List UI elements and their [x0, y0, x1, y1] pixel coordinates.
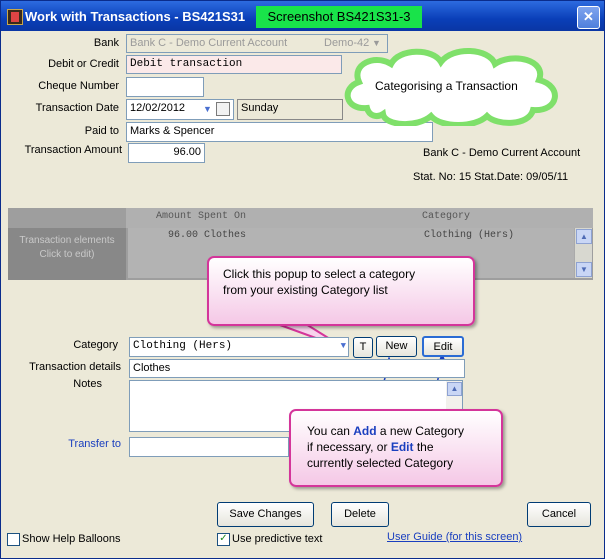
predictive-text-label: Use predictive text — [232, 533, 323, 545]
paid-to-label: Paid to — [84, 125, 119, 137]
calendar-icon[interactable] — [216, 102, 230, 116]
scroll-up-icon[interactable]: ▲ — [447, 382, 462, 396]
debit-credit-label: Debit or Credit — [48, 58, 119, 70]
row-category: Clothing (Hers) — [424, 230, 515, 241]
scroll-down-icon[interactable]: ▼ — [576, 262, 592, 277]
edit-category-button[interactable]: Edit — [422, 336, 464, 357]
screenshot-badge: Screenshot BS421S31-3 — [256, 6, 422, 28]
cheque-label: Cheque Number — [38, 80, 119, 92]
close-button[interactable]: ✕ — [577, 6, 600, 29]
user-guide-link[interactable]: User Guide (for this screen) — [387, 531, 522, 543]
row-amount: 96.00 Clothes — [168, 230, 247, 241]
bank-value: Bank C - Demo Current Account — [130, 37, 288, 49]
window-title: Work with Transactions - BS421S31 — [25, 9, 246, 24]
amount-column-header: Amount Spent On — [156, 211, 247, 222]
day-field: Sunday — [237, 99, 343, 120]
chevron-down-icon[interactable]: ▼ — [341, 341, 346, 351]
category-value: Clothing (Hers) — [133, 340, 233, 352]
callout-add-word: Add — [353, 424, 377, 438]
amount-field[interactable]: 96.00 — [128, 143, 205, 163]
callout-text-1a: You can — [307, 424, 354, 438]
details-label: Transaction details — [29, 361, 121, 373]
transfer-label: Transfer to — [68, 438, 121, 450]
grid-header: Amount Spent On Category — [126, 208, 593, 228]
show-help-label: Show Help Balloons — [22, 533, 121, 545]
show-help-checkbox[interactable] — [7, 533, 20, 546]
transactions-window: Work with Transactions - BS421S31 Screen… — [0, 0, 605, 559]
statement-info: Stat. No: 15 Stat.Date: 09/05/11 — [413, 171, 569, 183]
save-changes-button[interactable]: Save Changes — [217, 502, 314, 527]
delete-button[interactable]: Delete — [331, 502, 389, 527]
category-popup-callout: Click this popup to select a category fr… — [207, 256, 475, 326]
callout-edit-word: Edit — [390, 440, 414, 454]
cloud-callout-text: Categorising a Transaction — [375, 79, 518, 93]
cancel-button[interactable]: Cancel — [527, 502, 591, 527]
transaction-elements-label: Transaction elements Click to edit) — [8, 228, 126, 280]
amount-label: Transaction Amount — [24, 144, 122, 156]
date-field[interactable]: 12/02/2012 ▼ — [126, 99, 234, 120]
category-column-header: Category — [422, 211, 471, 222]
callout-text-3: currently selected Category — [307, 456, 454, 470]
popup-callout-line2: from your existing Category list — [223, 283, 388, 297]
transaction-elements-label-line1: Transaction elements — [19, 235, 115, 246]
new-category-button[interactable]: New — [376, 336, 417, 357]
notes-label: Notes — [73, 378, 102, 390]
dropdown-arrow-icon[interactable]: ▼ — [203, 104, 212, 114]
scroll-up-icon[interactable]: ▲ — [576, 229, 592, 244]
add-edit-callout: You can Add a new Category if necessary,… — [289, 409, 503, 487]
bank-label: Bank — [93, 37, 119, 49]
callout-text-2b: the — [413, 440, 434, 454]
date-value: 12/02/2012 — [130, 102, 186, 114]
title-bar: Work with Transactions - BS421S31 Screen… — [1, 1, 604, 31]
app-icon — [7, 9, 23, 25]
t-button[interactable]: T — [353, 337, 373, 358]
callout-text-1b: a new Category — [376, 424, 464, 438]
debit-credit-field[interactable]: Debit transaction — [126, 55, 342, 74]
details-field[interactable]: Clothes — [129, 359, 465, 378]
grid-scrollbar[interactable]: ▲ ▼ — [574, 228, 592, 278]
account-name: Bank C - Demo Current Account — [423, 147, 581, 159]
transaction-elements-label-line2: Click to edit) — [39, 249, 95, 260]
callout-text-2a: if necessary, or — [307, 440, 391, 454]
category-select[interactable]: Clothing (Hers) ▼ — [129, 337, 349, 357]
cheque-number-field[interactable] — [126, 77, 204, 97]
predictive-text-checkbox[interactable]: ✓ — [217, 533, 230, 546]
date-label: Transaction Date — [35, 102, 119, 114]
category-label: Category — [73, 339, 118, 351]
popup-callout-line1: Click this popup to select a category — [223, 267, 416, 281]
transfer-field[interactable] — [129, 437, 289, 457]
